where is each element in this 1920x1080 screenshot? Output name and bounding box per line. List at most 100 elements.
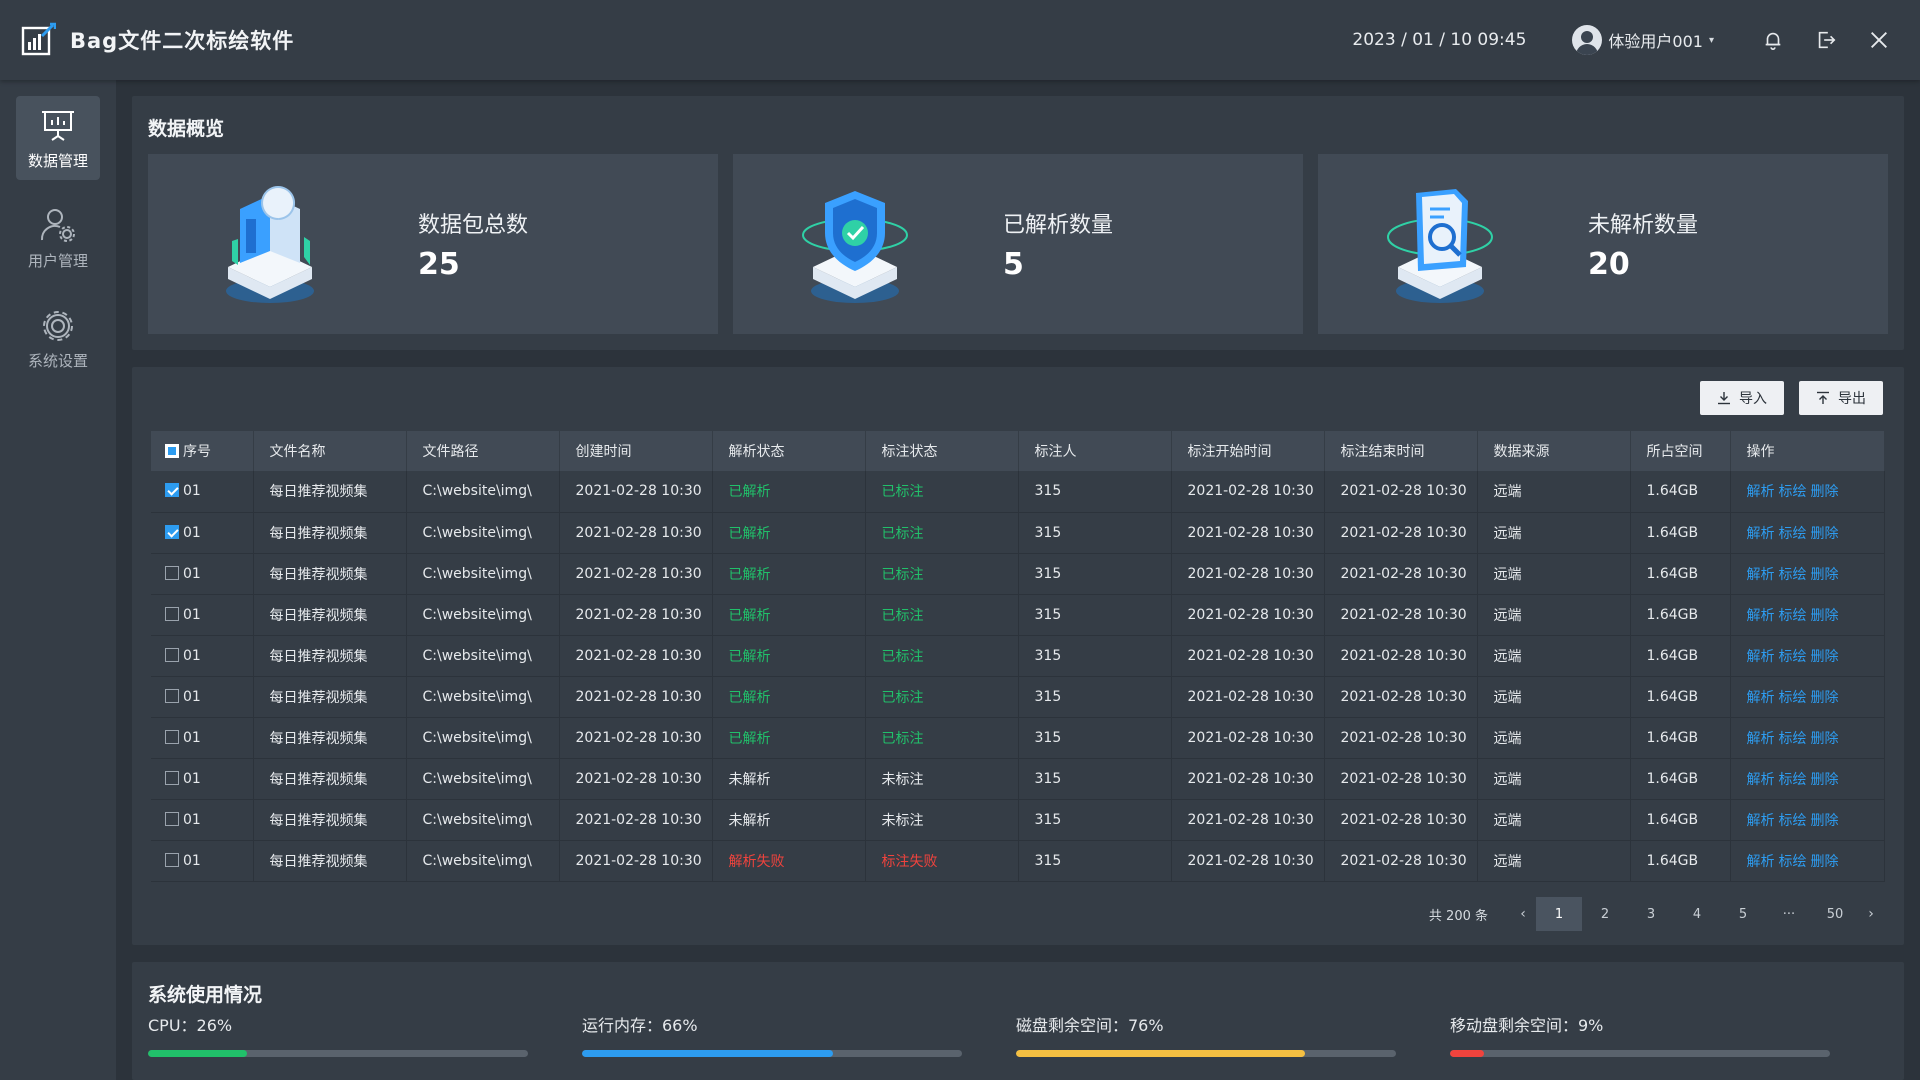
parse-link[interactable]: 解析 [1747,690,1775,706]
page-button[interactable]: 2 [1582,897,1628,931]
table-row[interactable]: 01 每日推荐视频集 C:\website\img\ 2021-02-28 10:30… [151,635,1885,676]
plot-link[interactable]: 标绘 [1779,484,1807,500]
row-checkbox[interactable] [165,647,179,662]
delete-link[interactable]: 删除 [1811,854,1839,870]
cell-name: 每日推荐视频集 [253,512,407,553]
parse-link[interactable]: 解析 [1747,649,1775,665]
table-row[interactable]: 01 每日推荐视频集 C:\website\img\ 2021-02-28 10:30… [151,471,1885,512]
prev-page-button[interactable]: ‹ [1510,897,1536,931]
cell-size: 1.64GB [1630,512,1731,553]
column-header: 标注状态 [865,431,1019,471]
user-settings-icon [40,208,75,242]
cell-created: 2021-02-28 10:30 [559,471,713,512]
cell-source: 远端 [1477,635,1631,676]
export-label: 导出 [1838,391,1866,407]
row-checkbox[interactable] [165,524,179,539]
delete-link[interactable]: 删除 [1811,484,1839,500]
logout-icon[interactable] [1815,29,1837,51]
cell-path: C:\website\img\ [406,676,560,717]
meter-label: 移动盘剩余空间：9% [1450,1016,1604,1035]
plot-link[interactable]: 标绘 [1779,854,1807,870]
cell-created: 2021-02-28 10:30 [559,635,713,676]
cell-start: 2021-02-28 10:30 [1171,635,1325,676]
next-page-button[interactable]: › [1858,897,1884,931]
plot-link[interactable]: 标绘 [1779,690,1807,706]
parse-link[interactable]: 解析 [1747,526,1775,542]
delete-link[interactable]: 删除 [1811,526,1839,542]
cell-size: 1.64GB [1630,799,1731,840]
plot-link[interactable]: 标绘 [1779,772,1807,788]
table-row[interactable]: 01 每日推荐视频集 C:\website\img\ 2021-02-28 10:30… [151,758,1885,799]
cell-path: C:\website\img\ [406,717,560,758]
row-checkbox[interactable] [165,483,179,498]
cell-parse-status: 已解析 [712,512,866,553]
parse-link[interactable]: 解析 [1747,731,1775,747]
page-button[interactable]: 50 [1812,897,1858,931]
row-checkbox[interactable] [165,811,179,826]
delete-link[interactable]: 删除 [1811,649,1839,665]
cell-seq: 01 [151,635,254,676]
cell-name: 每日推荐视频集 [253,717,407,758]
page-button[interactable]: 4 [1674,897,1720,931]
cell-parse-status: 解析失败 [712,840,866,881]
table-row[interactable]: 01 每日推荐视频集 C:\website\img\ 2021-02-28 10:30… [151,512,1885,553]
page-ellipsis[interactable]: ··· [1766,897,1812,931]
select-all-checkbox[interactable] [165,444,179,458]
stat-label: 未解析数量 [1588,212,1699,238]
close-icon[interactable] [1868,29,1890,51]
sidebar-item-system-settings[interactable]: 系统设置 [16,296,100,380]
table-row[interactable]: 01 每日推荐视频集 C:\website\img\ 2021-02-28 10:30… [151,594,1885,635]
table-row[interactable]: 01 每日推荐视频集 C:\website\img\ 2021-02-28 10:30… [151,676,1885,717]
table-row[interactable]: 01 每日推荐视频集 C:\website\img\ 2021-02-28 10:30… [151,553,1885,594]
user-menu[interactable]: 体验用户001 ▾ [1572,25,1714,55]
cell-name: 每日推荐视频集 [253,758,407,799]
cell-seq: 01 [151,758,254,799]
parse-link[interactable]: 解析 [1747,608,1775,624]
cell-actions: 解析 标绘 删除 [1730,717,1885,758]
export-button[interactable]: 导出 [1799,381,1883,415]
cell-start: 2021-02-28 10:30 [1171,594,1325,635]
cell-source: 远端 [1477,717,1631,758]
delete-link[interactable]: 删除 [1811,813,1839,829]
sidebar-item-data-management[interactable]: 数据管理 [16,96,100,180]
plot-link[interactable]: 标绘 [1779,731,1807,747]
table-row[interactable]: 01 每日推荐视频集 C:\website\img\ 2021-02-28 10:30… [151,840,1885,881]
sidebar-item-user-management[interactable]: 用户管理 [16,196,100,280]
delete-link[interactable]: 删除 [1811,690,1839,706]
row-checkbox[interactable] [165,688,179,703]
parse-link[interactable]: 解析 [1747,813,1775,829]
delete-link[interactable]: 删除 [1811,608,1839,624]
table-row[interactable]: 01 每日推荐视频集 C:\website\img\ 2021-02-28 10:30… [151,799,1885,840]
column-header-seq: 序号 [151,431,254,471]
plot-link[interactable]: 标绘 [1779,526,1807,542]
delete-link[interactable]: 删除 [1811,567,1839,583]
plot-link[interactable]: 标绘 [1779,567,1807,583]
parse-link[interactable]: 解析 [1747,567,1775,583]
parse-link[interactable]: 解析 [1747,484,1775,500]
datetime: 2023 / 01 / 10 09:45 [1352,30,1527,50]
stat-card-parsed: 已解析数量 5 [733,154,1303,334]
plot-link[interactable]: 标绘 [1779,649,1807,665]
cell-name: 每日推荐视频集 [253,799,407,840]
import-button[interactable]: 导入 [1700,381,1784,415]
page-button[interactable]: 1 [1536,897,1582,931]
delete-link[interactable]: 删除 [1811,731,1839,747]
cell-path: C:\website\img\ [406,553,560,594]
parse-link[interactable]: 解析 [1747,854,1775,870]
document-search-illustration [1387,189,1493,303]
page-button[interactable]: 5 [1720,897,1766,931]
table-row[interactable]: 01 每日推荐视频集 C:\website\img\ 2021-02-28 10:30… [151,717,1885,758]
page-button[interactable]: 3 [1628,897,1674,931]
row-checkbox[interactable] [165,729,179,744]
delete-link[interactable]: 删除 [1811,772,1839,788]
column-header: 操作 [1730,431,1885,471]
row-checkbox[interactable] [165,606,179,621]
row-checkbox[interactable] [165,852,179,867]
plot-link[interactable]: 标绘 [1779,813,1807,829]
row-checkbox[interactable] [165,565,179,580]
parse-link[interactable]: 解析 [1747,772,1775,788]
sidebar-item-label: 用户管理 [27,251,88,270]
row-checkbox[interactable] [165,770,179,785]
plot-link[interactable]: 标绘 [1779,608,1807,624]
bell-icon[interactable] [1762,29,1784,51]
